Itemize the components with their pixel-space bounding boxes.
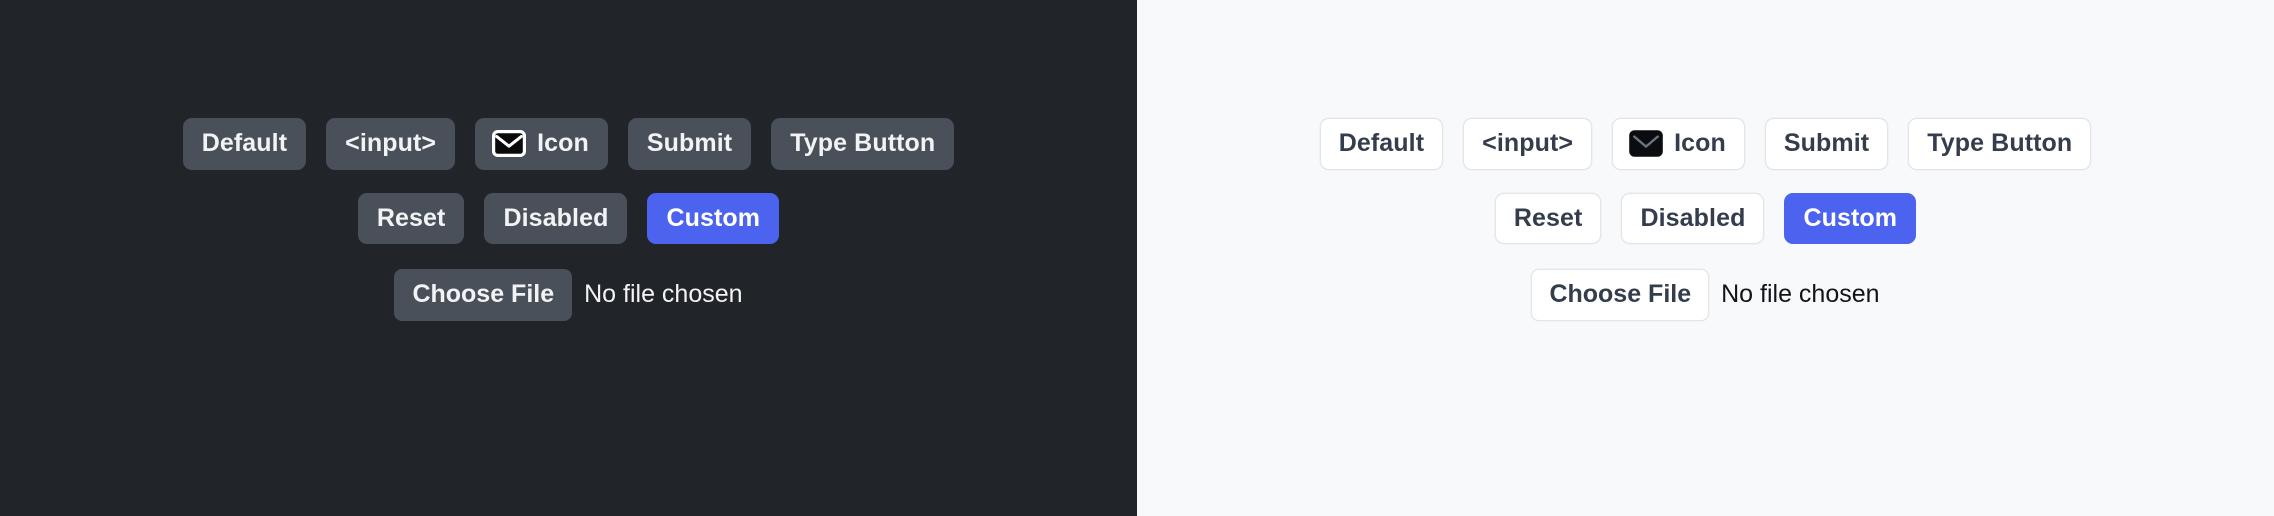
envelope-icon xyxy=(492,130,527,158)
submit-button[interactable]: Submit xyxy=(627,118,752,170)
file-status-label: No file chosen xyxy=(584,280,743,309)
default-button[interactable]: Default xyxy=(182,118,307,170)
reset-button[interactable]: Reset xyxy=(1494,192,1602,244)
file-status-label: No file chosen xyxy=(1721,280,1880,309)
dark-theme-panel: Default <input> Icon Submit Type Button … xyxy=(0,0,1137,516)
button-stack: Default <input> Icon Submit Type Button … xyxy=(0,118,1137,321)
reset-button[interactable]: Reset xyxy=(357,192,465,244)
input-button[interactable]: <input> xyxy=(1463,118,1593,170)
file-input-row: Choose File No file chosen xyxy=(394,269,743,321)
light-theme-panel: Default <input> Icon Submit Type Button … xyxy=(1137,0,2274,516)
file-input[interactable]: Choose File No file chosen xyxy=(394,269,743,321)
custom-button[interactable]: Custom xyxy=(647,192,780,244)
button-showcase-root: Default <input> Icon Submit Type Button … xyxy=(0,0,2274,516)
icon-button-label: Icon xyxy=(1674,129,1726,157)
button-stack: Default <input> Icon Submit Type Button … xyxy=(1137,118,2274,321)
input-button[interactable]: <input> xyxy=(326,118,456,170)
choose-file-button[interactable]: Choose File xyxy=(1531,269,1710,321)
disabled-button[interactable]: Disabled xyxy=(484,192,628,244)
button-row-primary: Default <input> Icon Submit Type Button xyxy=(1319,118,2092,170)
icon-button[interactable]: Icon xyxy=(475,118,608,170)
icon-button[interactable]: Icon xyxy=(1612,118,1745,170)
custom-button[interactable]: Custom xyxy=(1784,192,1917,244)
button-row-secondary: Reset Disabled Custom xyxy=(1494,192,1917,244)
file-input-row: Choose File No file chosen xyxy=(1531,269,1880,321)
choose-file-button[interactable]: Choose File xyxy=(394,269,573,321)
type-button[interactable]: Type Button xyxy=(771,118,955,170)
envelope-icon xyxy=(1629,130,1663,158)
disabled-button[interactable]: Disabled xyxy=(1621,192,1765,244)
icon-button-label: Icon xyxy=(537,129,589,157)
submit-button[interactable]: Submit xyxy=(1764,118,1889,170)
button-row-primary: Default <input> Icon Submit Type Button xyxy=(182,118,955,170)
button-row-secondary: Reset Disabled Custom xyxy=(357,192,780,244)
default-button[interactable]: Default xyxy=(1319,118,1444,170)
type-button[interactable]: Type Button xyxy=(1908,118,2092,170)
file-input[interactable]: Choose File No file chosen xyxy=(1531,269,1880,321)
